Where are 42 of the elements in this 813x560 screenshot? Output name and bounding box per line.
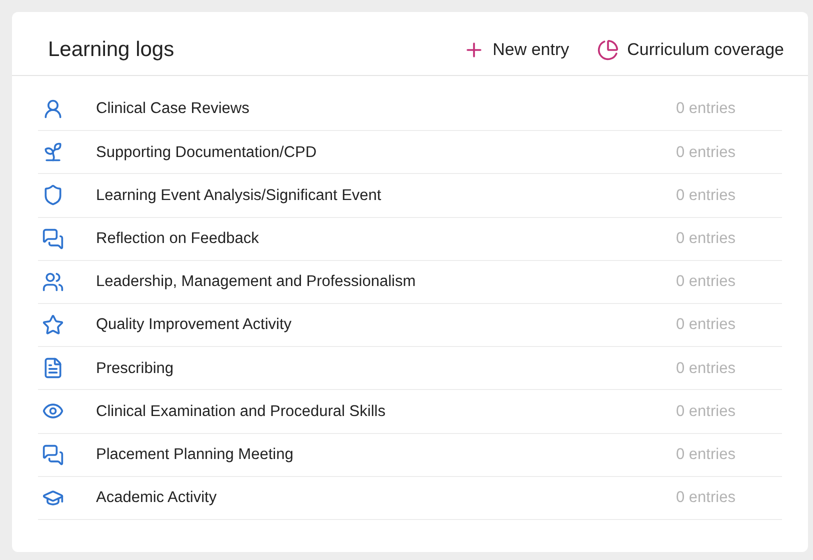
log-row[interactable]: Supporting Documentation/CPD 0 entries: [38, 131, 782, 174]
entry-count: 0 entries: [676, 444, 736, 465]
log-name: Reflection on Feedback: [96, 229, 260, 250]
log-row[interactable]: Quality Improvement Activity 0 entries: [38, 304, 782, 348]
pie-chart-icon: [597, 38, 620, 60]
shield-icon: [42, 184, 64, 206]
entry-count: 0 entries: [676, 272, 736, 292]
log-name: Prescribing: [96, 358, 175, 379]
entry-count: 0 entries: [676, 142, 736, 163]
entry-count: 0 entries: [676, 99, 736, 120]
log-name: Clinical Examination and Procedural Skills: [96, 402, 386, 422]
log-row[interactable]: Leadership, Management and Professionalism 0 entries: [38, 260, 782, 304]
log-name: Learning Event Analysis/Significant Event: [96, 186, 382, 206]
log-name: Leadership, Management and Professionalism: [96, 272, 417, 292]
log-row[interactable]: Academic Activity 0 entries: [38, 476, 782, 520]
log-row[interactable]: Reflection on Feedback 0 entries: [38, 218, 782, 261]
speech-bubbles-icon: [42, 228, 64, 250]
entry-count: 0 entries: [676, 402, 736, 422]
entry-count: 0 entries: [676, 229, 736, 250]
entry-count: 0 entries: [676, 186, 736, 206]
person-icon: [42, 98, 64, 120]
entry-count: 0 entries: [676, 488, 736, 508]
log-row[interactable]: Prescribing 0 entries: [38, 347, 782, 390]
card-title: Learning logs: [48, 36, 174, 63]
log-name: Placement Planning Meeting: [96, 444, 294, 465]
log-row[interactable]: Placement Planning Meeting 0 entries: [38, 434, 782, 477]
sprout-icon: [42, 141, 64, 164]
log-row[interactable]: Clinical Examination and Procedural Skills 0 entries: [38, 390, 782, 434]
log-row[interactable]: Learning Event Analysis/Significant Event 0 entries: [38, 174, 782, 218]
curriculum-coverage-button[interactable]: Curriculum coverage: [597, 36, 784, 62]
people-icon: [42, 270, 64, 293]
log-row[interactable]: Clinical Case Reviews 0 entries: [38, 88, 782, 132]
log-name: Supporting Documentation/CPD: [96, 142, 318, 163]
speech-bubbles-icon: [42, 444, 64, 466]
new-entry-button[interactable]: New entry: [462, 36, 570, 62]
star-icon: [42, 314, 64, 336]
log-name: Clinical Case Reviews: [96, 99, 250, 120]
entry-count: 0 entries: [676, 315, 736, 336]
log-name: Quality Improvement Activity: [96, 315, 293, 336]
document-icon: [42, 357, 64, 380]
entry-count: 0 entries: [676, 358, 736, 379]
log-name: Academic Activity: [96, 488, 218, 508]
